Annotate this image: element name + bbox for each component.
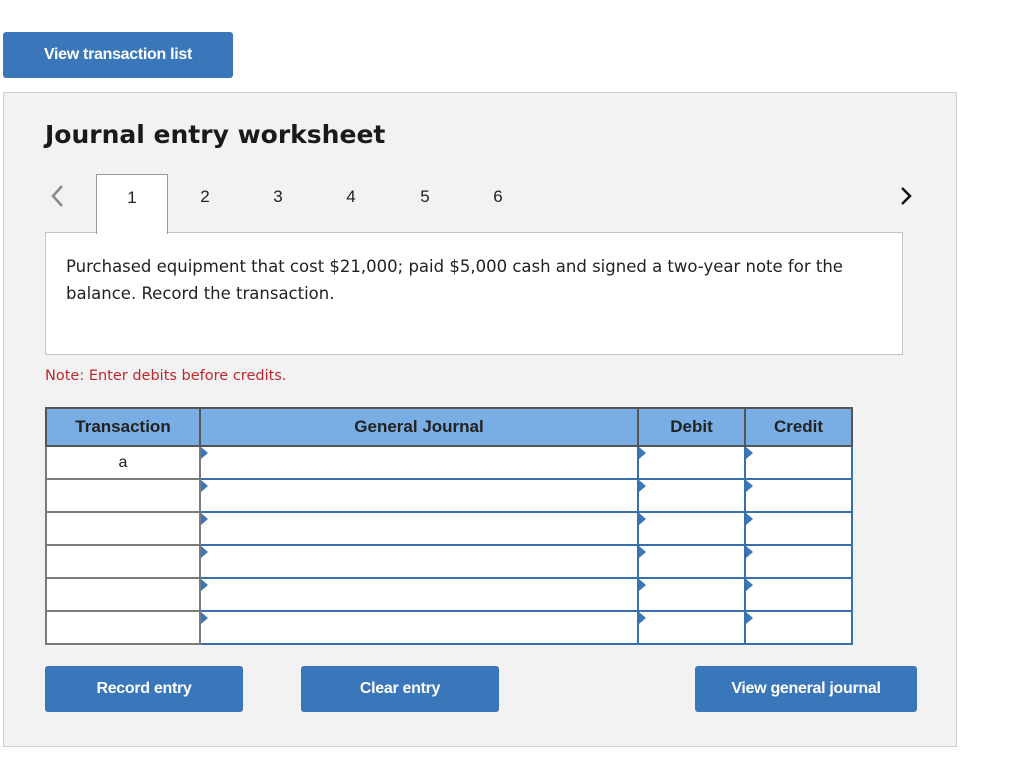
transaction-cell [45,511,201,546]
tab-1[interactable]: 1 [96,174,168,234]
dropdown-flag-icon [639,513,646,525]
table-row [45,478,853,513]
debit-input[interactable] [639,480,744,511]
debit-input[interactable] [639,513,744,544]
credit-input-cell [744,445,853,480]
header-transaction: Transaction [45,407,201,447]
table-row: a [45,445,853,480]
account-input-cell [199,478,639,513]
dropdown-flag-icon [746,612,753,624]
transaction-cell: a [45,445,201,480]
account-input[interactable] [201,480,637,511]
tab-3[interactable]: 3 [242,174,314,233]
worksheet-title: Journal entry worksheet [45,120,386,149]
dropdown-flag-icon [201,546,208,558]
tab-5[interactable]: 5 [389,174,461,233]
credit-input-cell [744,511,853,546]
transaction-cell [45,577,201,612]
dropdown-flag-icon [201,612,208,624]
debit-input-cell [637,577,746,612]
question-text: Purchased equipment that cost $21,000; p… [45,232,903,355]
dropdown-flag-icon [639,546,646,558]
dropdown-flag-icon [639,612,646,624]
dropdown-flag-icon [201,579,208,591]
dropdown-flag-icon [746,447,753,459]
debit-input-cell [637,511,746,546]
tab-6[interactable]: 6 [462,174,534,233]
account-input[interactable] [201,579,637,610]
dropdown-flag-icon [639,447,646,459]
dropdown-flag-icon [746,579,753,591]
dropdown-flag-icon [746,546,753,558]
credit-input[interactable] [746,480,851,511]
transaction-cell [45,478,201,513]
tab-4[interactable]: 4 [315,174,387,233]
view-general-journal-button[interactable]: View general journal [695,666,917,712]
account-input[interactable] [201,546,637,577]
credit-input[interactable] [746,447,851,478]
credit-input-cell [744,544,853,579]
table-row [45,544,853,579]
transaction-cell [45,610,201,645]
table-row [45,511,853,546]
credit-input-cell [744,610,853,645]
dropdown-flag-icon [746,513,753,525]
clear-entry-button[interactable]: Clear entry [301,666,499,712]
dropdown-flag-icon [639,480,646,492]
dropdown-flag-icon [639,579,646,591]
account-input-cell [199,610,639,645]
account-input-cell [199,544,639,579]
transaction-cell [45,544,201,579]
account-input[interactable] [201,612,637,643]
debit-input-cell [637,610,746,645]
journal-table: Transaction General Journal Debit Credit… [45,407,853,645]
debit-input[interactable] [639,447,744,478]
account-input-cell [199,511,639,546]
credit-input[interactable] [746,513,851,544]
account-input[interactable] [201,513,637,544]
dropdown-flag-icon [201,480,208,492]
debit-input[interactable] [639,579,744,610]
dropdown-flag-icon [746,480,753,492]
dropdown-flag-icon [201,513,208,525]
note-text: Note: Enter debits before credits. [45,368,287,384]
journal-entry-worksheet-panel: Journal entry worksheet 1 2 3 4 5 6 Purc… [3,92,957,747]
chevron-left-icon[interactable] [48,183,68,209]
header-general-journal: General Journal [199,407,639,447]
table-row [45,577,853,612]
debit-input-cell [637,445,746,480]
credit-input[interactable] [746,546,851,577]
debit-input[interactable] [639,612,744,643]
credit-input[interactable] [746,579,851,610]
account-input[interactable] [201,447,637,478]
view-transaction-list-button[interactable]: View transaction list [3,32,233,78]
account-input-cell [199,577,639,612]
header-credit: Credit [744,407,853,447]
tab-2[interactable]: 2 [169,174,241,233]
account-input-cell [199,445,639,480]
debit-input-cell [637,544,746,579]
chevron-right-icon[interactable] [896,183,916,209]
table-row [45,610,853,645]
credit-input-cell [744,478,853,513]
dropdown-flag-icon [201,447,208,459]
record-entry-button[interactable]: Record entry [45,666,243,712]
debit-input[interactable] [639,546,744,577]
debit-input-cell [637,478,746,513]
header-debit: Debit [637,407,746,447]
credit-input-cell [744,577,853,612]
credit-input[interactable] [746,612,851,643]
